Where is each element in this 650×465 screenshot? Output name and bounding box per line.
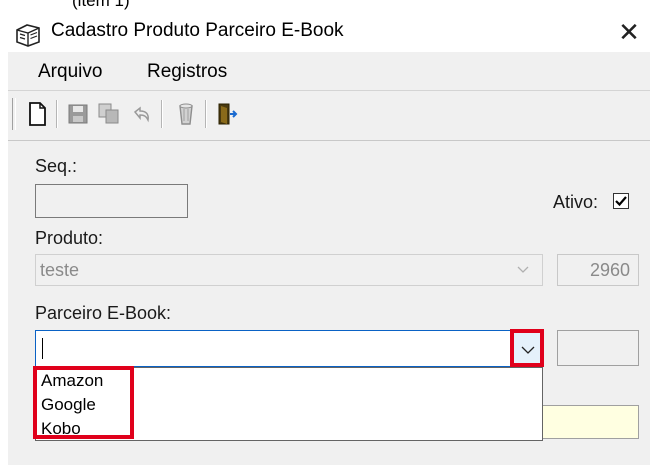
- parceiro-label: Parceiro E-Book:: [35, 303, 172, 323]
- dropdown-option-google[interactable]: Google: [41, 395, 96, 415]
- seq-field[interactable]: [35, 184, 188, 218]
- toolbar-separator: [56, 100, 58, 128]
- menu-bar: Arquivo Registros: [8, 52, 650, 90]
- seq-label: Seq.:: [35, 156, 78, 176]
- ativo-label: Ativo:: [553, 192, 599, 212]
- yellow-input-field[interactable]: [543, 405, 639, 439]
- ativo-checkbox[interactable]: [613, 193, 629, 209]
- produto-code-value: 2960: [589, 260, 630, 280]
- undo-icon[interactable]: [128, 100, 154, 128]
- chevron-down-icon: [521, 346, 535, 354]
- produto-code-field[interactable]: 2960: [557, 254, 639, 286]
- chevron-down-icon: [516, 262, 530, 281]
- toolbar: [8, 92, 650, 136]
- save-icon[interactable]: [65, 100, 91, 128]
- parceiro-combobox[interactable]: [35, 330, 543, 367]
- produto-label: Produto:: [35, 228, 104, 248]
- menu-arquivo[interactable]: Arquivo: [38, 61, 102, 83]
- menu-registros[interactable]: Registros: [147, 61, 227, 83]
- copy-icon[interactable]: [96, 100, 122, 128]
- window-title: Cadastro Produto Parceiro E-Book: [51, 20, 344, 41]
- delete-icon[interactable]: [173, 100, 199, 128]
- toolbar-divider: [8, 140, 650, 141]
- exit-icon[interactable]: [215, 100, 241, 128]
- close-button[interactable]: ✕: [614, 16, 644, 48]
- produto-value: teste: [40, 260, 80, 280]
- toolbar-separator: [205, 100, 207, 128]
- produto-combobox[interactable]: teste: [35, 254, 543, 286]
- new-icon[interactable]: [24, 100, 50, 128]
- toolbar-grip: [12, 98, 16, 130]
- check-icon: [615, 196, 627, 207]
- parceiro-dropdown-button[interactable]: [510, 329, 544, 367]
- title-bar: Cadastro Produto Parceiro E-Book ✕: [0, 14, 650, 52]
- dropdown-option-amazon[interactable]: Amazon: [41, 371, 103, 391]
- clipped-caption: (item 1): [72, 0, 130, 10]
- parceiro-dropdown-list: Amazon Google Kobo: [35, 367, 543, 441]
- books-app-icon: [14, 22, 42, 53]
- menu-divider: [8, 90, 650, 91]
- toolbar-separator: [161, 100, 163, 128]
- dropdown-option-kobo[interactable]: Kobo: [41, 419, 81, 439]
- text-caret: [42, 338, 43, 359]
- parceiro-code-field[interactable]: [557, 330, 639, 366]
